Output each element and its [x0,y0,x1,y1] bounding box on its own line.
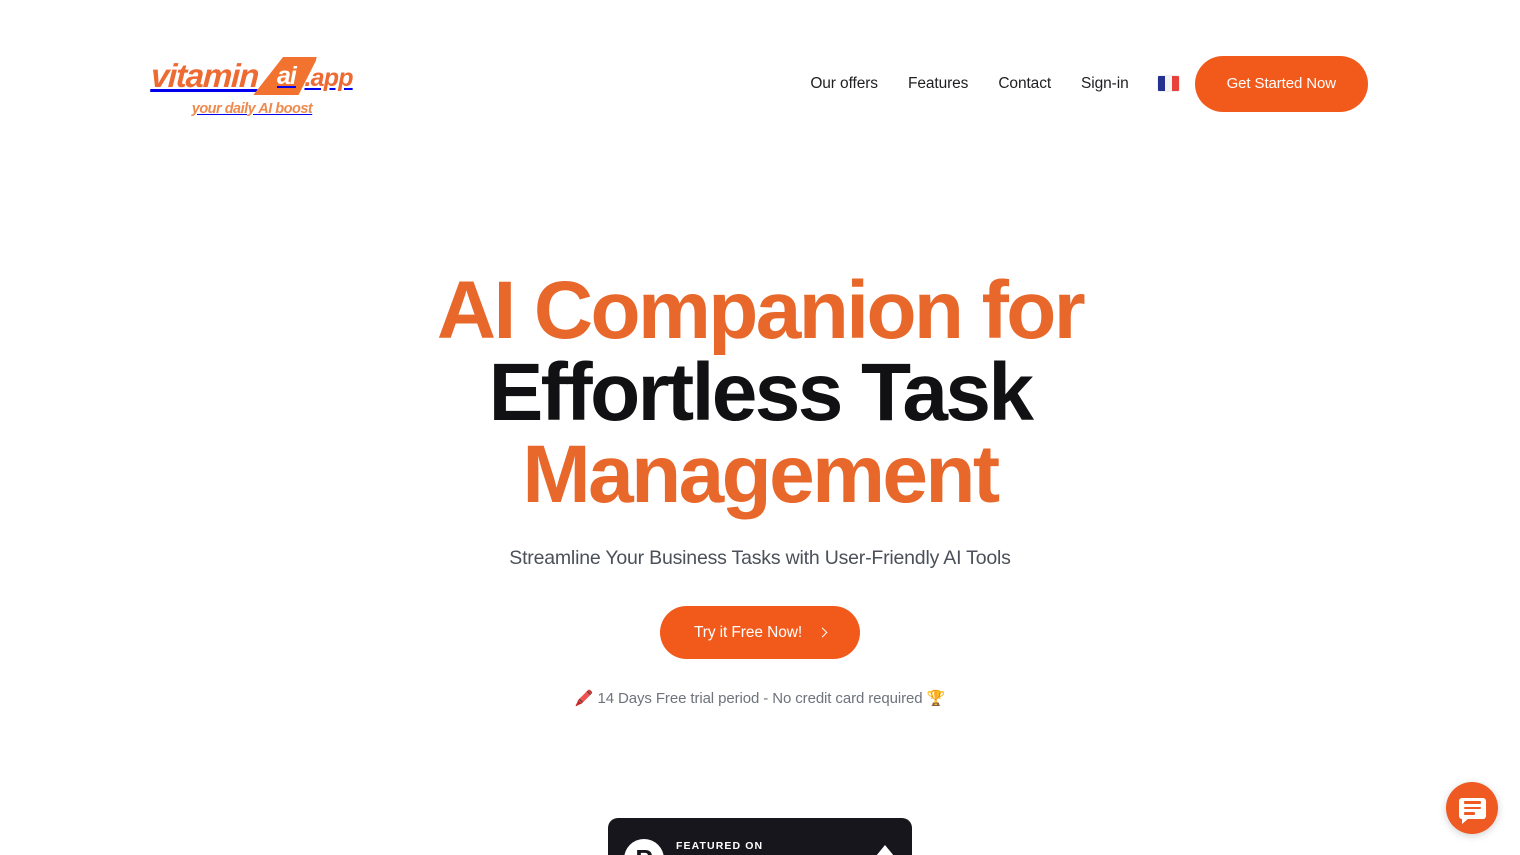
hero-cta-wrapper: Try it Free Now! [0,606,1520,659]
hero-trial-note-text: 14 Days Free trial period - No credit ca… [597,690,923,707]
pencil-icon: 🖍️ [574,690,594,707]
trophy-icon: 🏆 [926,690,946,707]
chat-line-3 [1463,812,1475,815]
hero-title-line-2: Effortless Task [488,347,1034,438]
logo-text-ai: ai [277,62,297,90]
nav-item-sign-in[interactable]: Sign-in [1066,75,1144,93]
site-header: vitamin ai .app your daily AI boost Our … [0,0,1520,167]
flag-band-blue [1157,76,1165,91]
hero-subtitle: Streamline Your Business Tasks with User… [509,547,1011,569]
site-logo[interactable]: vitamin ai .app your daily AI boost [150,57,353,117]
chat-line-1 [1463,801,1481,804]
nav-item-contact[interactable]: Contact [983,75,1066,93]
product-hunt-badge[interactable]: P FEATURED ON Product Hunt 172 [608,818,912,855]
get-started-button[interactable]: Get Started Now [1194,55,1368,112]
hero-title: AI Companion for Effortless Task Managem… [0,270,1520,516]
flag-band-red [1171,76,1179,91]
hero-trial-note: 🖍️ 14 Days Free trial period - No credit… [0,689,1520,707]
main-navigation: Our offers Features Contact Sign-in Get … [795,55,1368,112]
try-it-free-button[interactable]: Try it Free Now! [659,606,861,659]
chat-line-2 [1463,806,1481,810]
try-it-free-label: Try it Free Now! [693,623,803,641]
flag-band-white [1164,76,1172,91]
product-hunt-logo-icon: P [624,839,664,855]
logo-tagline: your daily AI boost [191,100,313,117]
product-hunt-text: FEATURED ON Product Hunt [676,840,862,855]
chat-bubble-icon [1458,797,1486,824]
chat-widget-button[interactable] [1446,782,1498,834]
logo-wordmark: vitamin ai .app [150,57,353,95]
logo-ai-badge-icon: ai [256,57,314,95]
logo-text-vitamin: vitamin [150,57,260,94]
product-hunt-upvote[interactable]: 172 [874,845,896,855]
nav-item-our-offers[interactable]: Our offers [795,75,893,93]
nav-item-features[interactable]: Features [893,75,983,93]
chevron-right-icon [817,627,828,638]
hero-title-line-1: AI Companion for [436,265,1086,356]
upvote-caret-icon [876,845,895,855]
fr-flag-icon[interactable] [1157,76,1179,91]
product-hunt-featured-label: FEATURED ON [676,839,764,852]
hero-section: AI Companion for Effortless Task Managem… [0,270,1520,708]
hero-title-line-3: Management [522,429,1000,520]
